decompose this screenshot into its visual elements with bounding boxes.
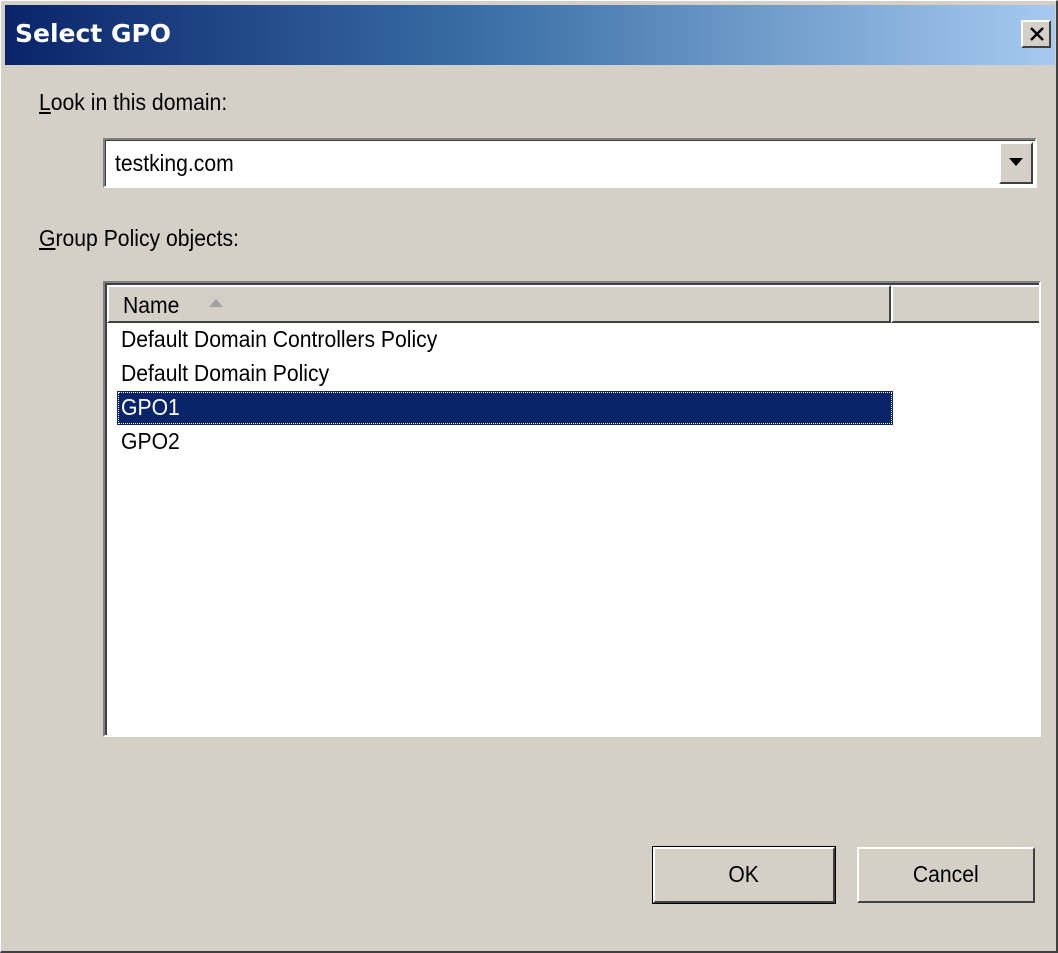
cancel-button[interactable]: Cancel — [857, 847, 1035, 903]
list-item-selected[interactable]: GPO1 — [117, 391, 893, 425]
title-bar[interactable]: Select GPO — [5, 5, 1055, 65]
column-header-name[interactable]: Name — [107, 285, 891, 323]
domain-value: testking.com — [115, 150, 234, 176]
domain-dropdown[interactable]: testking.com — [103, 138, 1037, 188]
column-header-name-label: Name — [123, 292, 180, 318]
ok-button[interactable]: OK — [653, 847, 835, 903]
list-header: Name — [107, 285, 1039, 323]
window-title: Select GPO — [15, 19, 172, 48]
domain-label: Look in this domain: — [39, 89, 228, 115]
list-item[interactable]: Default Domain Policy — [117, 357, 893, 391]
gpo-list-view[interactable]: Name Default Domain Controllers Policy D… — [103, 281, 1041, 737]
select-gpo-dialog: Select GPO Look in this domain: testking… — [0, 0, 1058, 953]
list-rows: Default Domain Controllers Policy Defaul… — [117, 323, 893, 459]
list-item[interactable]: GPO2 — [117, 425, 893, 459]
gpo-list-label: Group Policy objects: — [39, 225, 239, 251]
list-item[interactable]: Default Domain Controllers Policy — [117, 323, 893, 357]
close-x-icon — [1030, 27, 1044, 41]
sort-ascending-icon — [209, 299, 223, 307]
column-header-empty[interactable] — [891, 285, 1039, 323]
chevron-down-icon — [1009, 158, 1023, 166]
close-button[interactable] — [1021, 20, 1051, 48]
domain-dropdown-button[interactable] — [999, 142, 1033, 184]
